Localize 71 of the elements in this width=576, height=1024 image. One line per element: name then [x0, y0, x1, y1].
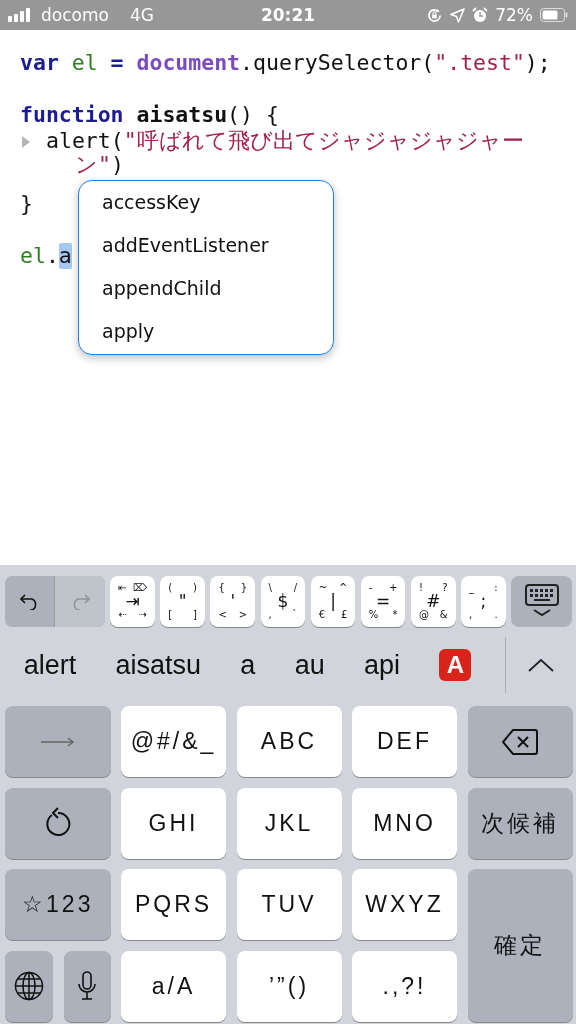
letter-key[interactable]: TUV	[236, 869, 342, 940]
mic-key[interactable]	[63, 950, 111, 1022]
code-token: }	[20, 191, 33, 217]
network-type: 4G	[129, 5, 154, 25]
completion-item[interactable]: addEventListener	[79, 224, 333, 267]
battery-percent: 72%	[495, 5, 533, 25]
alarm-icon	[472, 7, 489, 23]
letter-key[interactable]: .,?!	[352, 950, 457, 1022]
hide-keyboard-button[interactable]	[511, 575, 572, 627]
function-key[interactable]: 確定	[467, 869, 573, 1022]
symbol-key[interactable]: ( ) " [ ]	[160, 575, 205, 627]
letter-key[interactable]: WXYZ	[352, 869, 457, 940]
letter-key[interactable]: DEF	[352, 706, 457, 777]
letter-key[interactable]: MNO	[352, 787, 457, 859]
variable-token: el	[71, 50, 98, 76]
letter-key[interactable]: ABC	[236, 706, 342, 777]
keyword-token: =	[109, 50, 125, 76]
completion-item[interactable]: appendChild	[79, 267, 333, 310]
undo-key[interactable]	[5, 787, 111, 859]
symbol-key[interactable]: ⇤ ⌦ ⇥ ⇠ ⇢	[110, 575, 155, 627]
clock: 20:21	[259, 5, 317, 25]
backspace-icon	[502, 728, 538, 755]
letter-key[interactable]: a/A	[121, 950, 226, 1022]
emoji-candidate[interactable]: A	[439, 649, 472, 681]
candidate-word[interactable]: api	[364, 649, 401, 681]
letter-key[interactable]: JKL	[236, 787, 342, 859]
microphone-icon	[78, 971, 96, 1001]
completion-item[interactable]: accessKey	[79, 181, 333, 224]
code-token: );	[524, 50, 551, 76]
symbol-key[interactable]: _ : ; , .	[461, 575, 506, 627]
code-token: () {	[227, 102, 279, 128]
builtin-token: document	[136, 50, 241, 76]
symbol-key[interactable]: ! ? # @ &	[410, 575, 456, 627]
letter-key[interactable]: @#/&_	[121, 706, 226, 777]
globe-key[interactable]	[5, 950, 53, 1022]
completion-item[interactable]: apply	[79, 310, 333, 353]
arrow-right-icon	[40, 736, 75, 747]
function-name: aisatsu	[136, 102, 228, 128]
keyword-token: function	[20, 102, 125, 128]
function-key[interactable]: ☆123	[5, 869, 111, 940]
backspace-key[interactable]	[467, 706, 573, 777]
letter-key[interactable]: PQRS	[121, 869, 226, 940]
candidate-word[interactable]: alert	[23, 649, 77, 681]
symbol-key[interactable]: - + = % *	[360, 575, 406, 627]
keyword-token: var	[20, 50, 60, 76]
symbol-key[interactable]: \ / $ , `	[260, 575, 306, 627]
code-token: .	[45, 243, 59, 269]
symbol-key[interactable]: { } ' < >	[210, 575, 256, 627]
globe-icon	[14, 971, 44, 1001]
letter-key[interactable]: GHI	[121, 787, 226, 859]
string-token: ン"	[75, 154, 111, 179]
undo-icon	[43, 807, 72, 839]
code-token: )	[110, 154, 124, 179]
code-token: .querySelector(	[240, 50, 435, 76]
code-token: alert(	[46, 128, 124, 154]
variable-token: el	[20, 243, 46, 269]
location-icon	[450, 7, 466, 23]
string-token: "呼ばれて飛び出てジャジャジャジャー	[123, 128, 524, 154]
string-token: ".test"	[434, 50, 525, 76]
candidate-word[interactable]: a	[240, 649, 256, 681]
code-editor[interactable]: var el = document.querySelector(".test"); function aisatsu() { alert("呼ばれて飛び出てジャジャジャジャー ン") } el.a accessKey addEventListener appendChild apply	[0, 30, 576, 565]
function-key[interactable]: 次候補	[467, 787, 573, 859]
carrier-name: docomo	[41, 5, 109, 25]
rotation-lock-icon	[426, 6, 444, 24]
selected-text: a	[58, 243, 72, 269]
symbol-key[interactable]: ~ ^ | € £	[310, 575, 356, 627]
candidate-word[interactable]: au	[294, 649, 325, 681]
chevron-up-icon[interactable]	[528, 658, 554, 672]
battery-icon	[540, 8, 568, 22]
letter-key[interactable]: ’”()	[236, 950, 342, 1022]
candidate-word[interactable]: aisatsu	[115, 649, 202, 681]
